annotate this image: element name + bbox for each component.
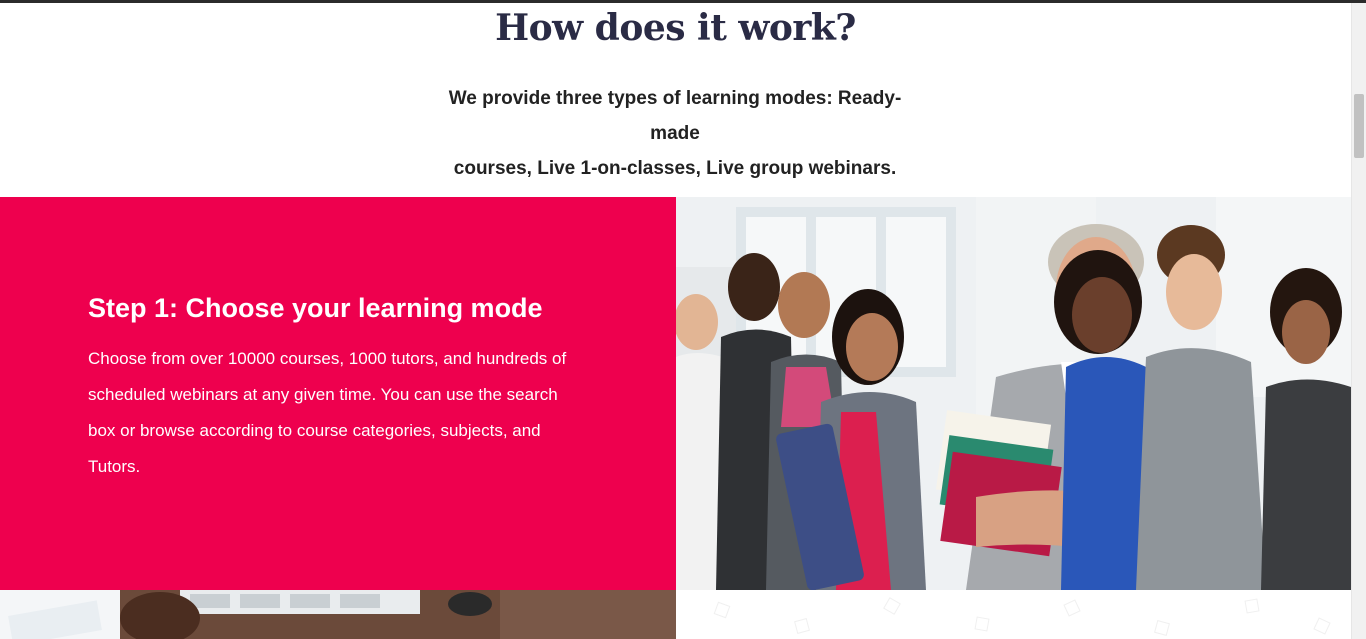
step-1-description-line-4: Tutors. xyxy=(88,457,141,476)
step-1-description: Choose from over 10000 courses, 1000 tut… xyxy=(88,341,598,485)
section-subtitle-line-1: We provide three types of learning modes… xyxy=(448,88,902,144)
students-group-illustration xyxy=(676,197,1351,590)
step-1-title: Step 1: Choose your learning mode xyxy=(88,293,543,323)
section-subtitle-line-2: courses, Live 1-on-classes, Live group w… xyxy=(453,158,897,179)
desk-planner-illustration xyxy=(0,590,676,639)
step-1-description-line-1: Choose from over 10000 courses, 1000 tut… xyxy=(88,349,567,368)
section-subtitle: We provide three types of learning modes… xyxy=(425,81,925,186)
step-1-photo xyxy=(676,197,1351,590)
section-title: How does it work? xyxy=(495,7,856,49)
page-scrollbar[interactable] xyxy=(1351,3,1366,639)
step-2-photo-partial xyxy=(0,590,676,639)
step-1-description-line-2: scheduled webinars at any given time. Yo… xyxy=(88,385,558,404)
step-1-description-line-3: box or browse according to course catego… xyxy=(88,421,541,440)
page-content: How does it work? We provide three types… xyxy=(0,3,1351,639)
scrollbar-thumb[interactable] xyxy=(1354,94,1364,158)
step-1-panel: Step 1: Choose your learning mode Choose… xyxy=(0,197,676,590)
background-pattern xyxy=(676,590,1351,639)
step-2-panel-partial xyxy=(676,590,1351,639)
